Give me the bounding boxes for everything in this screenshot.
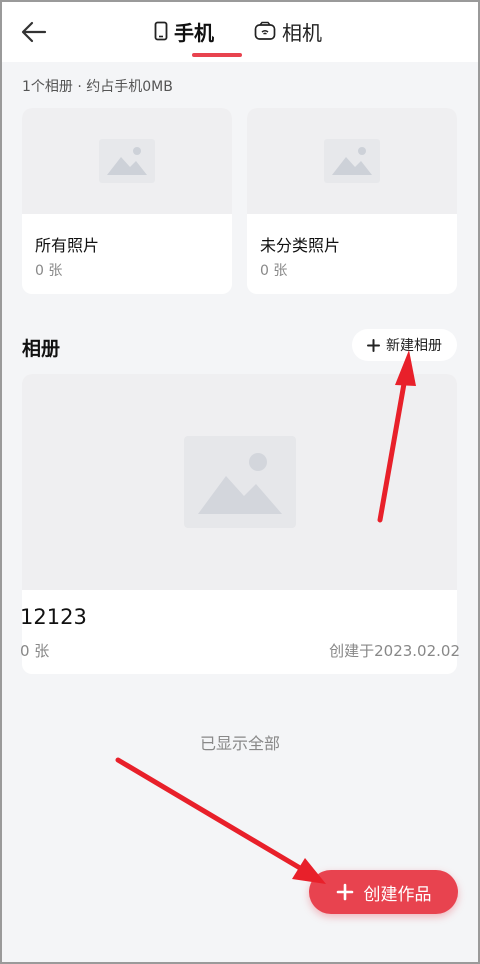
album-count: 0 张 (35, 263, 63, 279)
album-thumbnail (247, 108, 457, 214)
tab-phone[interactable]: 手机 (154, 14, 214, 48)
plus-icon (367, 338, 380, 352)
phone-icon (154, 21, 168, 41)
album-name: 12123 (20, 605, 87, 629)
create-work-button[interactable]: 创建作品 (309, 870, 458, 914)
image-placeholder-icon (324, 139, 380, 183)
tab-camera[interactable]: 相机 (254, 14, 322, 48)
tab-camera-label: 相机 (282, 20, 322, 45)
album-card[interactable] (22, 374, 457, 674)
new-album-label: 新建相册 (386, 338, 442, 354)
image-placeholder-icon (99, 139, 155, 183)
tab-phone-label: 手机 (174, 20, 214, 45)
album-count: 0 张 (260, 263, 288, 279)
plus-icon (336, 883, 353, 901)
create-work-label: 创建作品 (363, 884, 432, 905)
end-of-list-text: 已显示全部 (199, 734, 280, 753)
back-button[interactable] (18, 16, 50, 48)
active-tab-indicator (192, 53, 242, 57)
album-thumbnail (22, 374, 457, 590)
album-card-all-photos[interactable]: 所有照片 0 张 (22, 108, 232, 294)
album-name: 未分类照片 (260, 236, 341, 255)
top-bar: 手机 相机 (0, 0, 480, 62)
albums-section-title: 相册 (22, 338, 61, 360)
camera-icon (254, 21, 276, 40)
annotation-arrow-down (115, 757, 303, 871)
arrow-left-icon (21, 21, 47, 43)
album-count: 0 张 (20, 642, 50, 660)
album-card-uncategorized[interactable]: 未分类照片 0 张 (247, 108, 457, 294)
storage-summary: 1个相册 · 约占手机0MB (22, 79, 173, 95)
new-album-button[interactable]: 新建相册 (352, 329, 457, 361)
album-thumbnail (22, 108, 232, 214)
image-placeholder-icon (183, 436, 296, 528)
album-name: 所有照片 (35, 236, 100, 255)
album-created-date: 创建于2023.02.02 (329, 642, 460, 660)
